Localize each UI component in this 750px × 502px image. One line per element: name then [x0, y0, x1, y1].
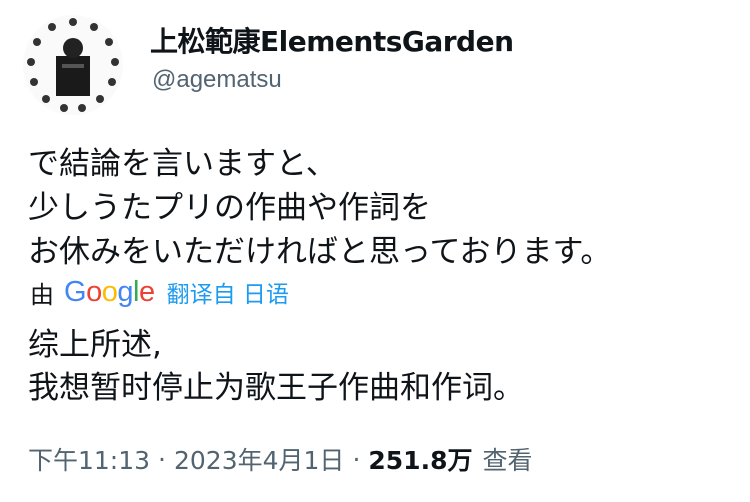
tweet-line: 少しうたプリの作曲や作詞を — [28, 190, 431, 226]
author-handle[interactable]: @agematsu — [152, 66, 282, 94]
translation-attribution: 由 Google 翻译自 日语 — [30, 275, 289, 309]
translated-line: 综上所述, — [28, 327, 162, 363]
translate-source-link[interactable]: 翻译自 日语 — [167, 275, 289, 309]
avatar-image — [23, 15, 123, 115]
translated-line: 我想暂时停止为歌王子作曲和作词。 — [28, 370, 524, 406]
views-label: 查看 — [482, 446, 533, 475]
tweet-date[interactable]: 2023年4月1日 — [174, 441, 344, 477]
google-logo-letter: g — [117, 275, 133, 308]
meta-separator: · — [158, 444, 166, 474]
tweet-line: お休みをいただければと思っております。 — [28, 234, 612, 270]
tweet-time[interactable]: 下午11:13 — [28, 441, 150, 477]
tweet-translated-text: 综上所述, 我想暂时停止为歌王子作曲和作词。 — [28, 324, 524, 410]
tweet-line: で結論を言いますと、 — [28, 146, 337, 182]
google-logo-letter: o — [101, 275, 118, 308]
google-logo: Google — [64, 276, 155, 309]
meta-separator: · — [352, 444, 361, 474]
author-display-name[interactable]: 上松範康ElementsGarden — [150, 20, 514, 60]
google-logo-letter: G — [64, 275, 87, 308]
translation-prefix: 由 — [30, 280, 54, 309]
google-logo-letter: e — [138, 275, 155, 308]
avatar[interactable] — [22, 14, 124, 116]
google-logo-letter: o — [86, 275, 102, 308]
tweet-meta: 下午11:13 · 2023年4月1日 · 251.8万 查看 — [28, 441, 532, 477]
views-count: 251.8万 — [368, 446, 473, 475]
tweet-original-text: で結論を言いますと、 少しうたプリの作曲や作詞を お休みをいただければと思ってお… — [28, 142, 611, 274]
